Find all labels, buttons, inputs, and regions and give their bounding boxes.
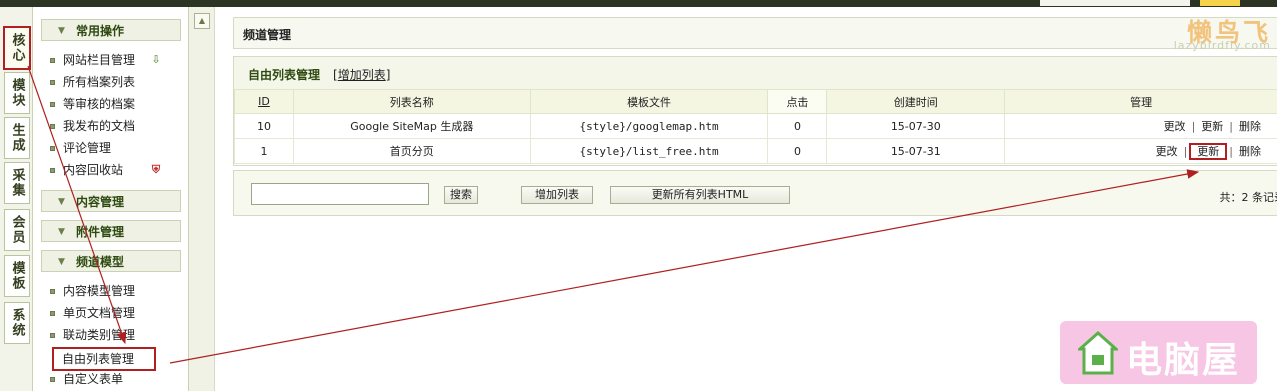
list-header: 自由列表管理 [增加列表] [234, 57, 1277, 90]
chevron-down-icon: ▼ [58, 227, 65, 237]
top-bar [0, 0, 1277, 7]
column-header-created: 创建时间 [826, 89, 1006, 114]
cell-created: 15-07-31 [826, 138, 1006, 164]
menu-item-all-archives[interactable]: 所有档案列表 [49, 72, 135, 92]
edit-link[interactable]: 更改 [1150, 145, 1184, 158]
bullet-icon [50, 333, 55, 338]
edit-link[interactable]: 更改 [1158, 120, 1192, 133]
column-header-id[interactable]: ID [234, 89, 294, 114]
section-attachment[interactable]: ▼ 附件管理 [41, 220, 181, 242]
add-list-link[interactable]: [增加列表] [333, 66, 390, 83]
cell-template: {style}/googlemap.htm [529, 113, 769, 139]
section-channel[interactable]: ▼ 频道模型 [41, 250, 181, 272]
top-search-input[interactable] [1040, 0, 1190, 6]
column-header-name: 列表名称 [292, 89, 531, 114]
free-list-panel: 自由列表管理 [增加列表] ID 列表名称 模板文件 点击 创建时间 管理 10… [233, 56, 1277, 166]
site-logo-badge: 电脑屋 [1060, 321, 1257, 384]
sidebar-menu: ▼ 常用操作 网站栏目管理 ⇩ 所有档案列表 等审核的档案 我发布的文档 评论管… [33, 7, 189, 391]
separator: | [1183, 145, 1188, 158]
table-header-row: ID 列表名称 模板文件 点击 创建时间 管理 [234, 89, 1277, 114]
column-header-template: 模板文件 [529, 89, 769, 114]
menu-item-content-models[interactable]: 内容模型管理 [49, 281, 135, 301]
table-row: 1 首页分页 {style}/list_free.htm 0 15-07-31 … [234, 138, 1277, 164]
tab-generate[interactable]: 生成 [4, 117, 30, 159]
column-header-clicks: 点击 [767, 89, 828, 114]
bullet-icon [50, 80, 55, 85]
chevron-down-icon: ▼ [58, 26, 65, 36]
page-title: 频道管理 [243, 28, 292, 42]
bullet-icon [50, 102, 55, 107]
cell-template: {style}/list_free.htm [529, 138, 769, 164]
bullet-icon [50, 311, 55, 316]
bullet-icon [50, 377, 55, 382]
record-count: 共：2 条记录 [1219, 191, 1277, 204]
tab-members[interactable]: 会员 [4, 209, 30, 251]
chevron-down-icon: ▼ [58, 257, 65, 267]
delete-link[interactable]: 删除 [1233, 145, 1267, 158]
cell-ops: 更改 | 更新 | 删除 [1004, 113, 1277, 139]
tab-core[interactable]: 核心 [3, 26, 31, 70]
menu-item-my-docs[interactable]: 我发布的文档 [49, 116, 135, 136]
column-header-manage: 管理 [1004, 89, 1277, 114]
cell-name: 首页分页 [292, 138, 531, 164]
list-title: 自由列表管理 [248, 68, 321, 82]
page-title-bar: 频道管理 [233, 17, 1277, 49]
menu-item-categories[interactable]: 网站栏目管理 ⇩ [49, 50, 161, 70]
tab-collect[interactable]: 采集 [4, 162, 30, 204]
tab-system[interactable]: 系统 [4, 302, 30, 344]
search-button[interactable]: 搜索 [444, 186, 478, 204]
update-link[interactable]: 更新 [1189, 143, 1228, 160]
tab-templates[interactable]: 模板 [4, 255, 30, 297]
menu-item-free-lists[interactable]: 自由列表管理 [52, 347, 156, 371]
house-icon [1078, 331, 1118, 375]
section-common[interactable]: ▼ 常用操作 [41, 19, 181, 41]
add-list-button[interactable]: 增加列表 [521, 186, 593, 204]
tab-modules[interactable]: 模块 [4, 72, 30, 114]
chevron-down-icon: ▼ [58, 197, 65, 207]
search-toolbar: 搜索 增加列表 更新所有列表HTML 共：2 条记录 [233, 170, 1277, 216]
watermark-url: lazybirdfly.com [1173, 39, 1271, 52]
cell-name: Google SiteMap 生成器 [292, 113, 531, 139]
logo-text: 电脑屋 [1126, 340, 1241, 381]
cell-id: 10 [234, 113, 294, 139]
bullet-icon [50, 124, 55, 129]
menu-item-comments[interactable]: 评论管理 [49, 138, 111, 158]
category-tabs: 核心 模块 生成 采集 会员 模板 系统 [0, 7, 33, 391]
cell-clicks: 0 [767, 113, 828, 139]
update-all-html-button[interactable]: 更新所有列表HTML [610, 186, 790, 204]
list-table: ID 列表名称 模板文件 点击 创建时间 管理 10 Google SiteMa… [234, 89, 1277, 164]
top-search-button[interactable] [1200, 0, 1240, 6]
collapse-up-icon[interactable]: ▲ [194, 13, 210, 29]
menu-item-custom-forms[interactable]: 自定义表单 [49, 369, 123, 389]
cell-id: 1 [234, 138, 294, 164]
menu-item-linked-categories[interactable]: 联动类别管理 [49, 325, 135, 345]
bullet-icon [50, 146, 55, 151]
bullet-icon [50, 168, 55, 173]
add-icon[interactable]: ⇩ [149, 53, 163, 67]
bullet-icon [50, 58, 55, 63]
table-row: 10 Google SiteMap 生成器 {style}/googlemap.… [234, 113, 1277, 139]
sidebar-collapse-strip: ▲ [189, 7, 215, 391]
cell-created: 15-07-30 [826, 113, 1006, 139]
menu-item-single-pages[interactable]: 单页文档管理 [49, 303, 135, 323]
cell-clicks: 0 [767, 138, 828, 164]
menu-item-recycle[interactable]: 内容回收站 ⛨ [49, 160, 160, 180]
cell-ops: 更改 | 更新 | 删除 [1004, 138, 1277, 164]
bullet-icon [50, 289, 55, 294]
update-link[interactable]: 更新 [1195, 120, 1229, 133]
menu-item-pending[interactable]: 等审核的档案 [49, 94, 135, 114]
keyword-input[interactable] [251, 183, 429, 205]
section-content[interactable]: ▼ 内容管理 [41, 190, 181, 212]
delete-link[interactable]: 删除 [1233, 120, 1267, 133]
shield-icon[interactable]: ⛨ [149, 163, 163, 177]
